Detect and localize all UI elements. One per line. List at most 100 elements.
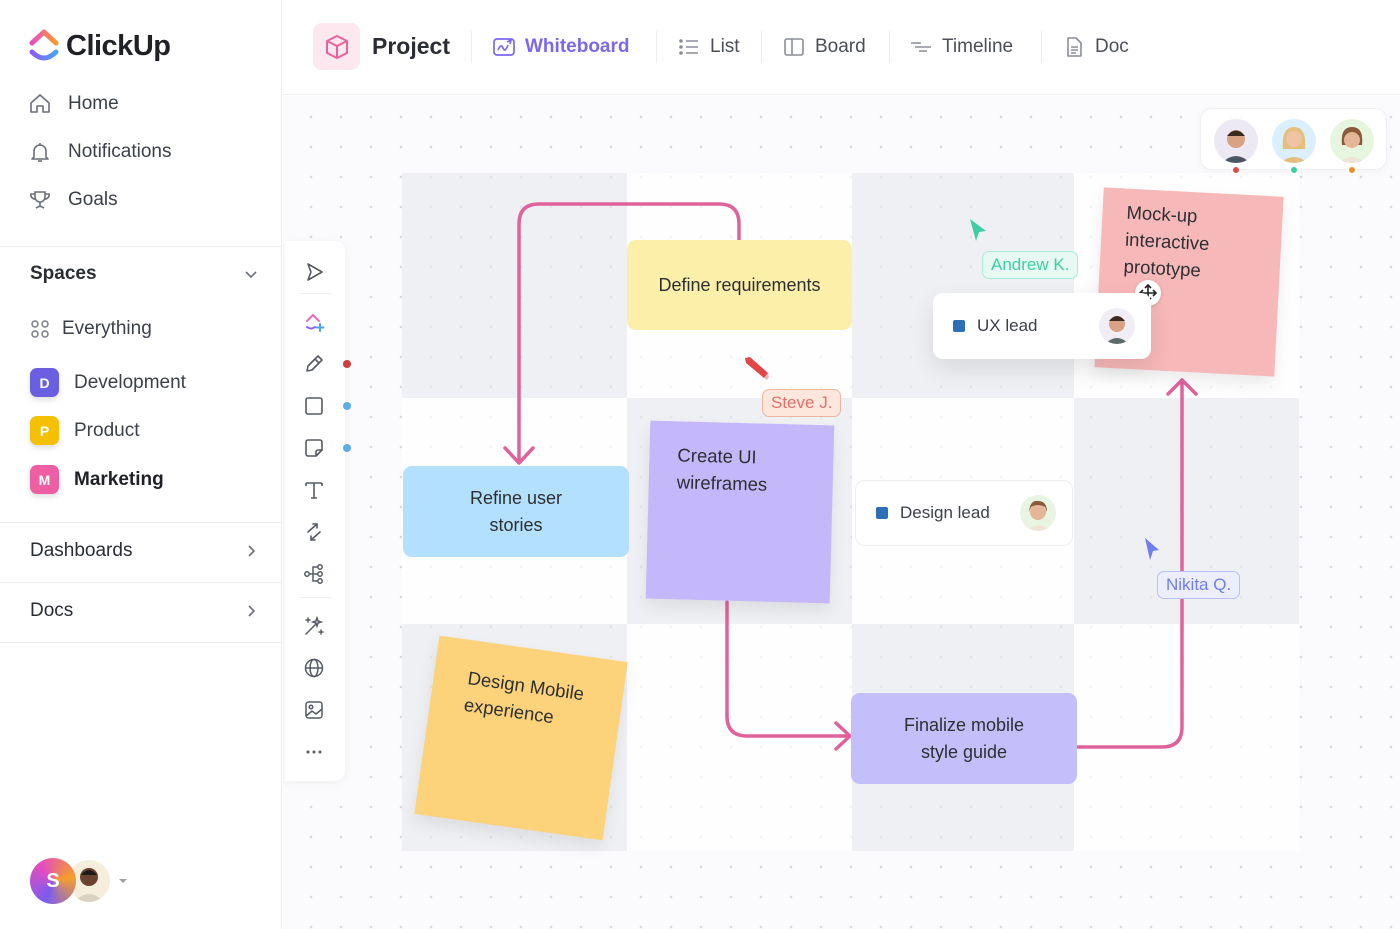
spaces-header[interactable]: Spaces: [30, 263, 260, 285]
sticky-note-tool[interactable]: [301, 435, 327, 461]
nav-notifications-label: Notifications: [68, 141, 172, 162]
spaces-header-label: Spaces: [30, 263, 97, 284]
sticky-color-dot[interactable]: [343, 444, 351, 452]
shape-color-dot[interactable]: [343, 402, 351, 410]
connector-icon: [307, 523, 321, 541]
space-development[interactable]: D Development: [30, 368, 186, 397]
tab-whiteboard[interactable]: Whiteboard: [492, 35, 630, 59]
shape-finalize-style-guide[interactable]: Finalize mobile style guide: [851, 693, 1077, 784]
space-everything[interactable]: Everything: [30, 318, 152, 340]
project-title: Project: [372, 33, 450, 59]
trophy-icon: [30, 191, 50, 209]
app-window: ClickUp Home Notifications Goals Spaces …: [0, 0, 1400, 929]
select-tool[interactable]: [301, 259, 327, 285]
status-dot: [1347, 165, 1357, 175]
shape-refine-user-stories[interactable]: Refine user stories: [403, 466, 629, 557]
shape-define-requirements[interactable]: Define requirements: [627, 240, 852, 330]
mindmap-tool[interactable]: [301, 561, 327, 587]
whiteboard-canvas[interactable]: Define requirements Refine user stories …: [283, 96, 1400, 929]
grid-cell: [627, 624, 852, 851]
presence-avatars: [1200, 108, 1387, 175]
rail-separator: [299, 293, 331, 294]
tab-separator: [656, 31, 657, 63]
sticky-design-mobile[interactable]: Design Mobile experience: [414, 635, 628, 841]
sticky-note-icon: [305, 439, 323, 457]
text-icon: [305, 482, 323, 499]
docs-section[interactable]: Docs: [30, 600, 260, 622]
tab-timeline[interactable]: Timeline: [909, 35, 1013, 59]
tab-timeline-label: Timeline: [942, 36, 1014, 57]
embed-web-tool[interactable]: [301, 655, 327, 681]
collaborator-avatar[interactable]: [1330, 119, 1374, 163]
pencil-cursor-icon: [745, 357, 769, 380]
user-menu[interactable]: S: [30, 858, 128, 904]
tab-doc[interactable]: Doc: [1062, 35, 1129, 59]
clickup-logo[interactable]: ClickUp: [28, 28, 171, 64]
divider: [0, 582, 282, 583]
space-everything-label: Everything: [62, 318, 152, 339]
space-marketing[interactable]: M Marketing: [30, 465, 164, 494]
chevron-right-icon: [248, 605, 256, 617]
magic-tool[interactable]: [301, 613, 327, 639]
dashboards-label: Dashboards: [30, 540, 133, 561]
project-icon: [313, 23, 360, 70]
pen-color-dot[interactable]: [343, 360, 351, 368]
tab-separator: [889, 31, 890, 63]
cursor-nikita-icon: [1145, 538, 1159, 560]
more-tools-button[interactable]: [301, 739, 327, 765]
tab-list[interactable]: List: [677, 35, 740, 59]
design-lead-avatar: [1020, 495, 1056, 531]
card-color-square: [876, 507, 888, 519]
card-design-lead-label: Design lead: [900, 503, 990, 522]
tab-board[interactable]: Board: [782, 35, 866, 59]
space-product-label: Product: [74, 419, 140, 441]
clickup-ai-tool[interactable]: [301, 309, 327, 335]
ux-lead-avatar: [1099, 308, 1135, 344]
shape-tool[interactable]: [301, 393, 327, 419]
card-design-lead[interactable]: Design lead: [855, 480, 1073, 546]
everything-icon: [31, 320, 49, 338]
pen-tool[interactable]: [301, 351, 327, 377]
nav-home-label: Home: [68, 93, 119, 114]
tab-doc-label: Doc: [1095, 36, 1129, 57]
timeline-icon: [911, 42, 931, 52]
magic-wand-icon: [305, 615, 324, 635]
whiteboard-icon: [493, 38, 515, 56]
connector-tool[interactable]: [301, 519, 327, 545]
list-icon: [679, 39, 698, 55]
status-dot: [1289, 165, 1299, 175]
nav-goals-label: Goals: [68, 189, 118, 210]
sticky-create-ui-wireframes[interactable]: Create UI wireframes: [645, 420, 835, 604]
tab-separator: [761, 31, 762, 63]
pointer-icon: [307, 263, 323, 281]
card-color-square: [953, 320, 965, 332]
workspace-avatar: S: [30, 858, 76, 904]
cursor-andrew-icon: [970, 219, 986, 241]
nav-home[interactable]: Home: [28, 92, 119, 116]
chevron-right-icon: [248, 545, 256, 557]
divider: [0, 246, 282, 247]
board-icon: [784, 38, 804, 56]
card-ux-lead[interactable]: UX lead: [933, 293, 1151, 359]
cursor-label-steve: Steve J.: [762, 389, 842, 417]
divider: [0, 522, 282, 523]
bell-icon: [31, 143, 49, 162]
space-product[interactable]: P Product: [30, 416, 139, 445]
collaborator-avatar[interactable]: [1214, 119, 1258, 163]
nav-notifications[interactable]: Notifications: [28, 140, 172, 164]
text-tool[interactable]: [301, 477, 327, 503]
square-icon: [305, 397, 323, 415]
pen-icon: [306, 355, 323, 372]
cube-icon: [325, 34, 348, 59]
status-dot: [1231, 165, 1241, 175]
divider: [0, 642, 282, 643]
brand-name: ClickUp: [66, 29, 171, 62]
collaborator-avatar[interactable]: [1272, 119, 1316, 163]
dashboards-section[interactable]: Dashboards: [30, 540, 260, 562]
image-tool[interactable]: [301, 697, 327, 723]
nav-goals[interactable]: Goals: [28, 188, 118, 212]
grid-cell: [852, 173, 1074, 398]
docs-label: Docs: [30, 600, 74, 621]
home-icon: [30, 94, 50, 113]
tab-board-label: Board: [815, 36, 866, 57]
